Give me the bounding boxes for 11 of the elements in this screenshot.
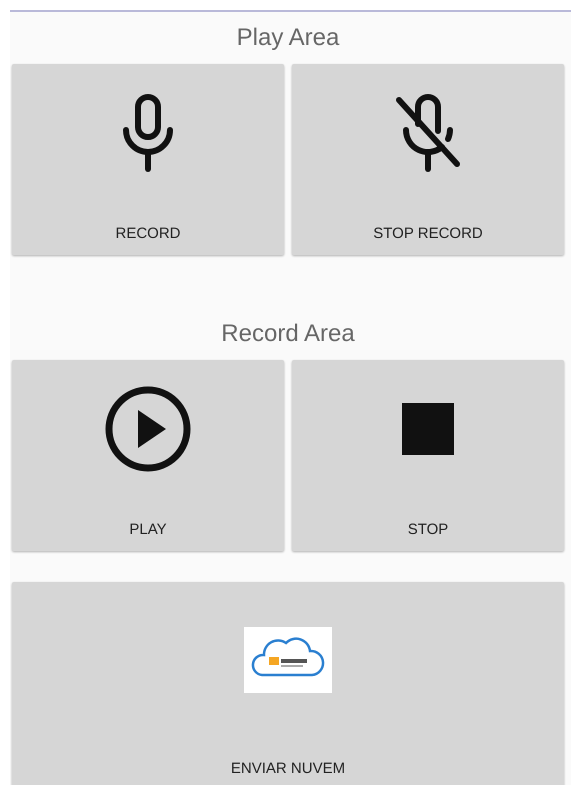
section-title: Play Area: [236, 26, 340, 50]
stop-icon: [402, 403, 454, 456]
action-button[interactable]: ENVIAR NUVEM: [12, 582, 564, 785]
action-button[interactable]: RECORD: [12, 64, 284, 255]
microphone-off-icon: [393, 94, 463, 172]
play-icon: [103, 384, 193, 474]
action-button[interactable]: STOP: [292, 360, 564, 551]
action-button[interactable]: PLAY: [12, 360, 284, 551]
action-button[interactable]: STOP RECORD: [292, 64, 564, 255]
section-title: Record Area: [220, 322, 356, 346]
cloud-icon: [244, 626, 332, 693]
